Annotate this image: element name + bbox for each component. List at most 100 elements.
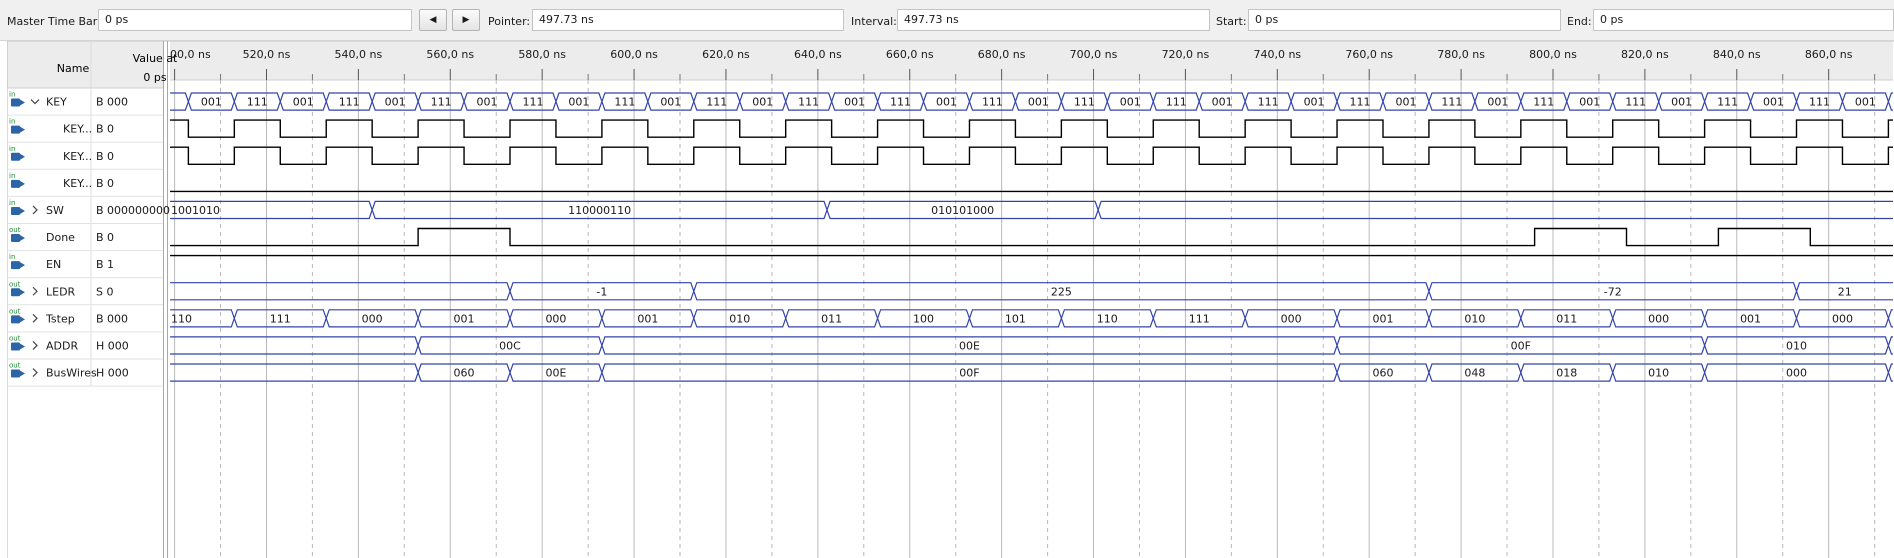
bus-value-label: 111 — [1625, 96, 1646, 109]
bus-value-label: -1 — [596, 285, 607, 298]
bus-value-label: 00F — [959, 367, 979, 380]
end-label: End: — [1567, 15, 1592, 28]
bus-value-label: 001 — [1372, 312, 1393, 325]
signal-name: EN — [46, 258, 61, 271]
time-axis-label: 720,0 ns — [1162, 48, 1210, 61]
pointer-label: Pointer: — [488, 15, 531, 28]
bus-value-label: 001 — [1028, 96, 1049, 109]
signal-value: B 1 — [96, 258, 114, 271]
pin-direction-label: in — [9, 253, 15, 261]
time-axis-label: 820,0 ns — [1621, 48, 1669, 61]
bus-value-label: 111 — [1258, 96, 1279, 109]
bus-value-label: 010101000 — [931, 204, 994, 217]
bus-value-label: 100 — [913, 312, 934, 325]
end-field[interactable]: 0 ps — [1593, 9, 1894, 31]
bus-value-label: 001 — [568, 96, 589, 109]
next-transition-button[interactable]: ▶ — [452, 9, 480, 31]
bus-value-label: 011 — [821, 312, 842, 325]
time-axis-label: 760,0 ns — [1345, 48, 1393, 61]
time-axis-label: 00,0 ns — [170, 48, 211, 61]
time-axis-label: 540,0 ns — [335, 48, 383, 61]
name-column-header: Name — [57, 62, 90, 75]
master-time-bar-field[interactable]: 0 ps — [98, 9, 412, 31]
bus-value-label: 060 — [1372, 367, 1393, 380]
bus-value-label: 111 — [1189, 312, 1210, 325]
time-axis-label: 620,0 ns — [702, 48, 750, 61]
signal-name: KEY... — [63, 150, 92, 163]
bus-value-label: 018 — [1556, 367, 1577, 380]
bus-value-label: 111 — [1166, 96, 1187, 109]
signal-name: KEY... — [63, 177, 92, 190]
time-axis-label: 800,0 ns — [1529, 48, 1577, 61]
bus-value-label: 111 — [890, 96, 911, 109]
bus-value-label: 110 — [171, 312, 192, 325]
pin-direction-label: in — [9, 172, 15, 180]
pin-direction-label: out — [9, 226, 21, 234]
signal-value: B 0 — [96, 123, 114, 136]
signal-value: B 0 — [96, 150, 114, 163]
bus-value-label: 111 — [706, 96, 727, 109]
bus-value-label: 111 — [1809, 96, 1830, 109]
bus-value-label: 111 — [798, 96, 819, 109]
master-time-bar-label: Master Time Bar: — [7, 15, 101, 28]
time-axis-label: 640,0 ns — [794, 48, 842, 61]
bus-value-label: 001 — [1212, 96, 1233, 109]
signal-value: B 0 — [96, 177, 114, 190]
bus-value-label: 000 — [1832, 312, 1853, 325]
start-field[interactable]: 0 ps — [1248, 9, 1561, 31]
pin-direction-label: in — [9, 91, 15, 99]
pointer-field[interactable]: 497.73 ns — [532, 9, 844, 31]
bus-value-label: 011 — [1556, 312, 1577, 325]
bus-value-label: 21 — [1838, 285, 1852, 298]
signal-name: SW — [46, 204, 64, 217]
bus-value-label: 111 — [522, 96, 543, 109]
time-axis-label: 680,0 ns — [978, 48, 1026, 61]
bus-value-label: 00F — [1511, 339, 1531, 352]
bus-value-label: 111 — [1350, 96, 1371, 109]
previous-transition-button[interactable]: ◀ — [419, 9, 447, 31]
signal-value: B 0 — [96, 231, 114, 244]
triangle-right-icon: ▶ — [462, 15, 470, 25]
signal-name: ADDR — [46, 339, 78, 352]
bus-value-label: 101 — [1005, 312, 1026, 325]
bus-value-label: 111 — [270, 312, 291, 325]
bus-value-label: 001 — [1395, 96, 1416, 109]
bus-value-label: 001 — [1855, 96, 1876, 109]
time-axis-label: 580,0 ns — [518, 48, 566, 61]
interval-field[interactable]: 497.73 ns — [897, 9, 1210, 31]
time-axis-label: 840,0 ns — [1713, 48, 1761, 61]
bus-value-label: 111 — [614, 96, 635, 109]
bus-value-label: 111 — [431, 96, 452, 109]
pin-direction-label: out — [9, 280, 21, 288]
signal-value: B 000 — [96, 312, 128, 325]
bus-value-label: 001 — [293, 96, 314, 109]
bus-value-label: 001 — [1120, 96, 1141, 109]
signal-name: BusWires — [46, 367, 97, 380]
bus-value-label: 111 — [1533, 96, 1554, 109]
bus-value-label: 001 — [1763, 96, 1784, 109]
signal-name: Tstep — [45, 312, 75, 325]
bus-value-label: 001 — [752, 96, 773, 109]
bus-value-label: 001 — [1740, 312, 1761, 325]
bus-value-label: 00C — [499, 339, 521, 352]
signal-value: B 000000000 — [96, 204, 170, 217]
signal-value: S 0 — [96, 285, 113, 298]
bus-value-label: 001 — [660, 96, 681, 109]
bus-value-label: 1001010 — [171, 204, 220, 217]
bus-value-label: 001 — [201, 96, 222, 109]
bus-value-label: 001 — [385, 96, 406, 109]
signal-value: B 000 — [96, 96, 128, 109]
bus-value-label: 010 — [1648, 367, 1669, 380]
pin-direction-label: out — [9, 307, 21, 315]
time-axis-label: 660,0 ns — [886, 48, 934, 61]
time-axis-label: 520,0 ns — [243, 48, 291, 61]
toolbar: Master Time Bar: 0 ps ◀ ▶ Pointer: 497.7… — [0, 0, 1894, 41]
time-axis-label: 780,0 ns — [1437, 48, 1485, 61]
pin-direction-label: in — [9, 118, 15, 126]
pin-direction-label: out — [9, 362, 21, 370]
bus-value-label: 111 — [1441, 96, 1462, 109]
bus-value-label: 110 — [1097, 312, 1118, 325]
time-axis-label: 700,0 ns — [1070, 48, 1118, 61]
waveform-panel[interactable]: Name Value at 0 ps 00,0 ns 520,0 ns 540,0 … — [7, 41, 1894, 558]
bus-value-label: 110000110 — [568, 204, 631, 217]
